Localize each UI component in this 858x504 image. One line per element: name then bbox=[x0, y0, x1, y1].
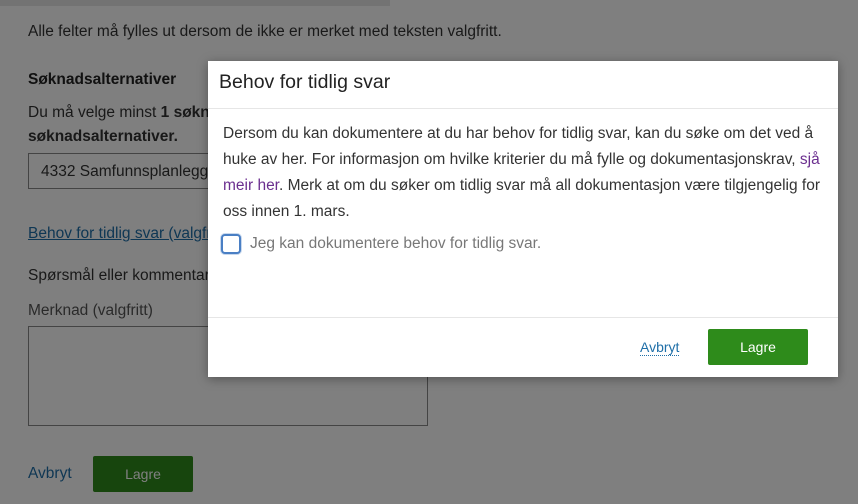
dialog-header: Behov for tidlig svar bbox=[208, 61, 838, 109]
early-answer-checkbox-row[interactable]: Jeg kan dokumentere behov for tidlig sva… bbox=[221, 231, 541, 257]
application-form-page: Alle felter må fylles ut dersom de ikke … bbox=[0, 0, 858, 504]
dialog-body-text-start: Dersom du kan dokumentere at du har beho… bbox=[223, 125, 814, 168]
dialog-cancel-link[interactable]: Avbryt bbox=[640, 339, 680, 356]
early-answer-checkbox-label[interactable]: Jeg kan dokumentere behov for tidlig sva… bbox=[250, 235, 541, 253]
early-answer-dialog: Behov for tidlig svar Dersom du kan doku… bbox=[208, 61, 838, 377]
dialog-title: Behov for tidlig svar bbox=[219, 71, 391, 93]
dialog-footer: Avbryt Lagre bbox=[208, 317, 838, 377]
early-answer-checkbox[interactable] bbox=[221, 234, 241, 254]
dialog-body-text-end: . Merk at om du søker om tidlig svar må … bbox=[223, 177, 820, 220]
dialog-body: Dersom du kan dokumentere at du har beho… bbox=[223, 121, 825, 225]
dialog-save-button[interactable]: Lagre bbox=[708, 329, 808, 365]
